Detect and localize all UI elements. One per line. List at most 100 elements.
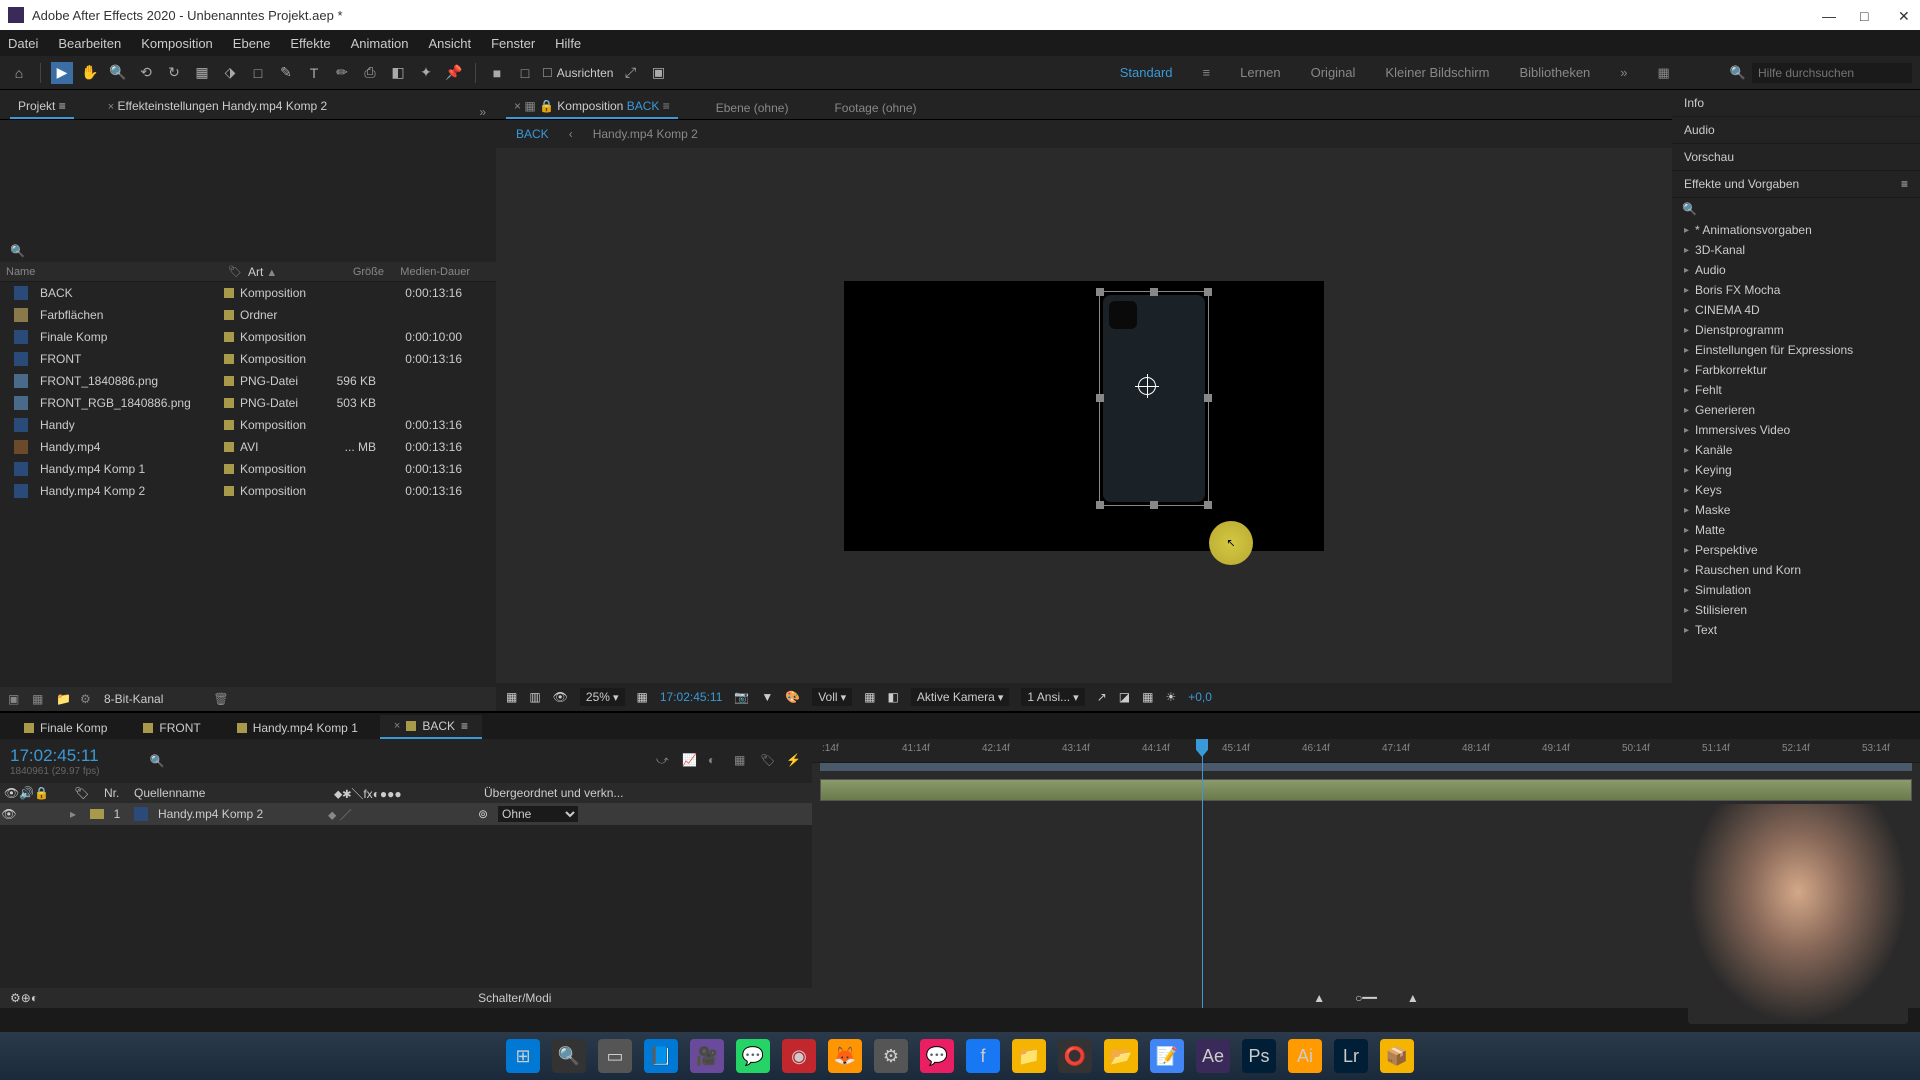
menu-komposition[interactable]: Komposition <box>141 36 213 51</box>
exposure-value[interactable]: +0,0 <box>1188 690 1212 704</box>
project-item[interactable]: FRONT Komposition 0:00:13:16 <box>0 348 496 370</box>
brush-tool[interactable]: ✏ <box>331 62 353 84</box>
effect-category[interactable]: ▸Keys <box>1672 480 1920 500</box>
roto-tool[interactable]: ✦ <box>415 62 437 84</box>
share-icon[interactable]: ↗ <box>1097 690 1107 704</box>
taskbar-app-icon[interactable]: f <box>966 1039 1000 1073</box>
pen-tool[interactable]: ✎ <box>275 62 297 84</box>
exposure-icon[interactable]: ☀ <box>1165 690 1176 704</box>
effect-category[interactable]: ▸Audio <box>1672 260 1920 280</box>
zoom-in-icon[interactable]: ▲ <box>1407 991 1419 1005</box>
taskbar-app-icon[interactable]: 💬 <box>920 1039 954 1073</box>
new-bin-icon[interactable]: ▣ <box>8 692 22 706</box>
mask-icon[interactable]: ▣ <box>647 62 669 84</box>
tl-frame-icon[interactable]: ▦ <box>734 753 750 769</box>
project-item[interactable]: Handy.mp4 Komp 2 Komposition 0:00:13:16 <box>0 480 496 502</box>
workspace-bibliotheken[interactable]: Bibliotheken <box>1519 65 1590 80</box>
effect-category[interactable]: ▸Farbkorrektur <box>1672 360 1920 380</box>
tl-blur-icon[interactable]: ◐ <box>708 753 724 769</box>
workspace-standard[interactable]: Standard <box>1120 65 1173 80</box>
taskbar-app-icon[interactable]: 💬 <box>736 1039 770 1073</box>
audio-panel-header[interactable]: Audio <box>1672 117 1920 144</box>
tl-shy-icon[interactable]: ⤻ <box>656 753 672 769</box>
new-folder-icon[interactable]: 📁 <box>56 692 70 706</box>
workspace-lernen[interactable]: Lernen <box>1240 65 1280 80</box>
toggle-switches-icon[interactable]: ⚙⊕◐ <box>10 991 38 1005</box>
footage-tab[interactable]: Footage (ohne) <box>826 97 924 119</box>
project-item[interactable]: FRONT_RGB_1840886.png PNG-Datei 503 KB <box>0 392 496 414</box>
taskbar-app-icon[interactable]: 🔍 <box>552 1039 586 1073</box>
puppet-tool[interactable]: 📌 <box>443 62 465 84</box>
effect-category[interactable]: ▸Generieren <box>1672 400 1920 420</box>
taskbar-app-icon[interactable]: ⊞ <box>506 1039 540 1073</box>
color-icon[interactable]: 🎨 <box>785 690 800 704</box>
shape-tool[interactable]: □ <box>247 62 269 84</box>
zoom-tool[interactable]: 🔍 <box>107 62 129 84</box>
zoom-slider[interactable]: ○━━ <box>1355 991 1377 1005</box>
effect-category[interactable]: ▸Fehlt <box>1672 380 1920 400</box>
tl-search-icon[interactable]: 🔍 <box>150 754 165 768</box>
composition-tab[interactable]: × ▦ 🔒 Komposition BACK ≡ <box>506 95 678 119</box>
label-tag[interactable] <box>224 332 234 342</box>
timeline-tab[interactable]: Handy.mp4 Komp 1 <box>223 717 372 739</box>
preview-timecode[interactable]: 17:02:45:11 <box>660 690 723 704</box>
workspace-overflow-icon[interactable]: » <box>1620 65 1627 80</box>
project-item[interactable]: Finale Komp Komposition 0:00:10:00 <box>0 326 496 348</box>
layer-name[interactable]: Handy.mp4 Komp 2 <box>152 807 328 821</box>
project-item[interactable]: BACK Komposition 0:00:13:16 <box>0 282 496 304</box>
effect-category[interactable]: ▸CINEMA 4D <box>1672 300 1920 320</box>
work-area-bar[interactable] <box>820 763 1912 771</box>
layer-color-tag[interactable] <box>90 809 104 819</box>
effect-category[interactable]: ▸Einstellungen für Expressions <box>1672 340 1920 360</box>
effect-category[interactable]: ▸Kanäle <box>1672 440 1920 460</box>
workspace-grid-icon[interactable]: ▦ <box>1658 65 1670 81</box>
menu-datei[interactable]: Datei <box>8 36 38 51</box>
new-comp-icon[interactable]: ▦ <box>32 692 46 706</box>
label-tag[interactable] <box>224 354 234 364</box>
taskbar-app-icon[interactable]: 📂 <box>1104 1039 1138 1073</box>
label-tag[interactable] <box>224 486 234 496</box>
snap-icon[interactable]: ⤢ <box>619 62 641 84</box>
guides-icon[interactable]: ▥ <box>529 690 540 704</box>
taskbar-app-icon[interactable]: 🎥 <box>690 1039 724 1073</box>
camera-dropdown[interactable]: Aktive Kamera ▾ <box>911 688 1010 706</box>
effect-category[interactable]: ▸Immersives Video <box>1672 420 1920 440</box>
taskbar-app-icon[interactable]: ◉ <box>782 1039 816 1073</box>
selection-tool[interactable]: ▶ <box>51 62 73 84</box>
snapshot-icon[interactable]: 📷 <box>734 690 749 704</box>
label-tag[interactable] <box>224 420 234 430</box>
help-search-input[interactable] <box>1752 63 1912 83</box>
resolution-icon[interactable]: ▦ <box>637 690 648 704</box>
timeline-tab[interactable]: × BACK ≡ <box>380 715 482 739</box>
orbit-tool[interactable]: ⟲ <box>135 62 157 84</box>
taskbar-app-icon[interactable]: Ps <box>1242 1039 1276 1073</box>
workspace-menu-icon[interactable]: ≡ <box>1203 65 1211 80</box>
project-item[interactable]: Handy Komposition 0:00:13:16 <box>0 414 496 436</box>
effect-category[interactable]: ▸Keying <box>1672 460 1920 480</box>
effect-category[interactable]: ▸* Animationsvorgaben <box>1672 220 1920 240</box>
taskbar-app-icon[interactable]: ⚙ <box>874 1039 908 1073</box>
tl-render-icon[interactable]: ⚡ <box>786 753 802 769</box>
breadcrumb-back[interactable]: BACK <box>516 127 549 141</box>
project-item[interactable]: Farbflächen Ordner <box>0 304 496 326</box>
layer-duration-bar[interactable] <box>820 779 1912 801</box>
workspace-kleiner[interactable]: Kleiner Bildschirm <box>1385 65 1489 80</box>
layer-bounding-box[interactable] <box>1099 291 1209 506</box>
col-size[interactable]: Größe <box>330 266 390 278</box>
label-tag[interactable] <box>224 288 234 298</box>
menu-bearbeiten[interactable]: Bearbeiten <box>58 36 121 51</box>
effect-category[interactable]: ▸Dienstprogramm <box>1672 320 1920 340</box>
tl-tag-icon[interactable]: 🏷 <box>760 753 776 769</box>
zoom-out-icon[interactable]: ▲ <box>1313 991 1325 1005</box>
menu-effekte[interactable]: Effekte <box>290 36 330 51</box>
col-art[interactable]: Art ▲ <box>242 265 330 279</box>
pan-behind-tool[interactable]: ⬗ <box>219 62 241 84</box>
effectsettings-tab[interactable]: × Effekteinstellungen Handy.mp4 Komp 2 <box>94 95 335 119</box>
taskbar-app-icon[interactable]: 🦊 <box>828 1039 862 1073</box>
effect-category[interactable]: ▸Text <box>1672 620 1920 640</box>
label-tag[interactable] <box>224 376 234 386</box>
minimize-button[interactable]: — <box>1822 8 1836 22</box>
align-checkbox[interactable]: ☐ Ausrichten <box>542 66 613 80</box>
switches-modes-toggle[interactable]: Schalter/Modi <box>478 991 551 1005</box>
preview-panel-header[interactable]: Vorschau <box>1672 144 1920 171</box>
